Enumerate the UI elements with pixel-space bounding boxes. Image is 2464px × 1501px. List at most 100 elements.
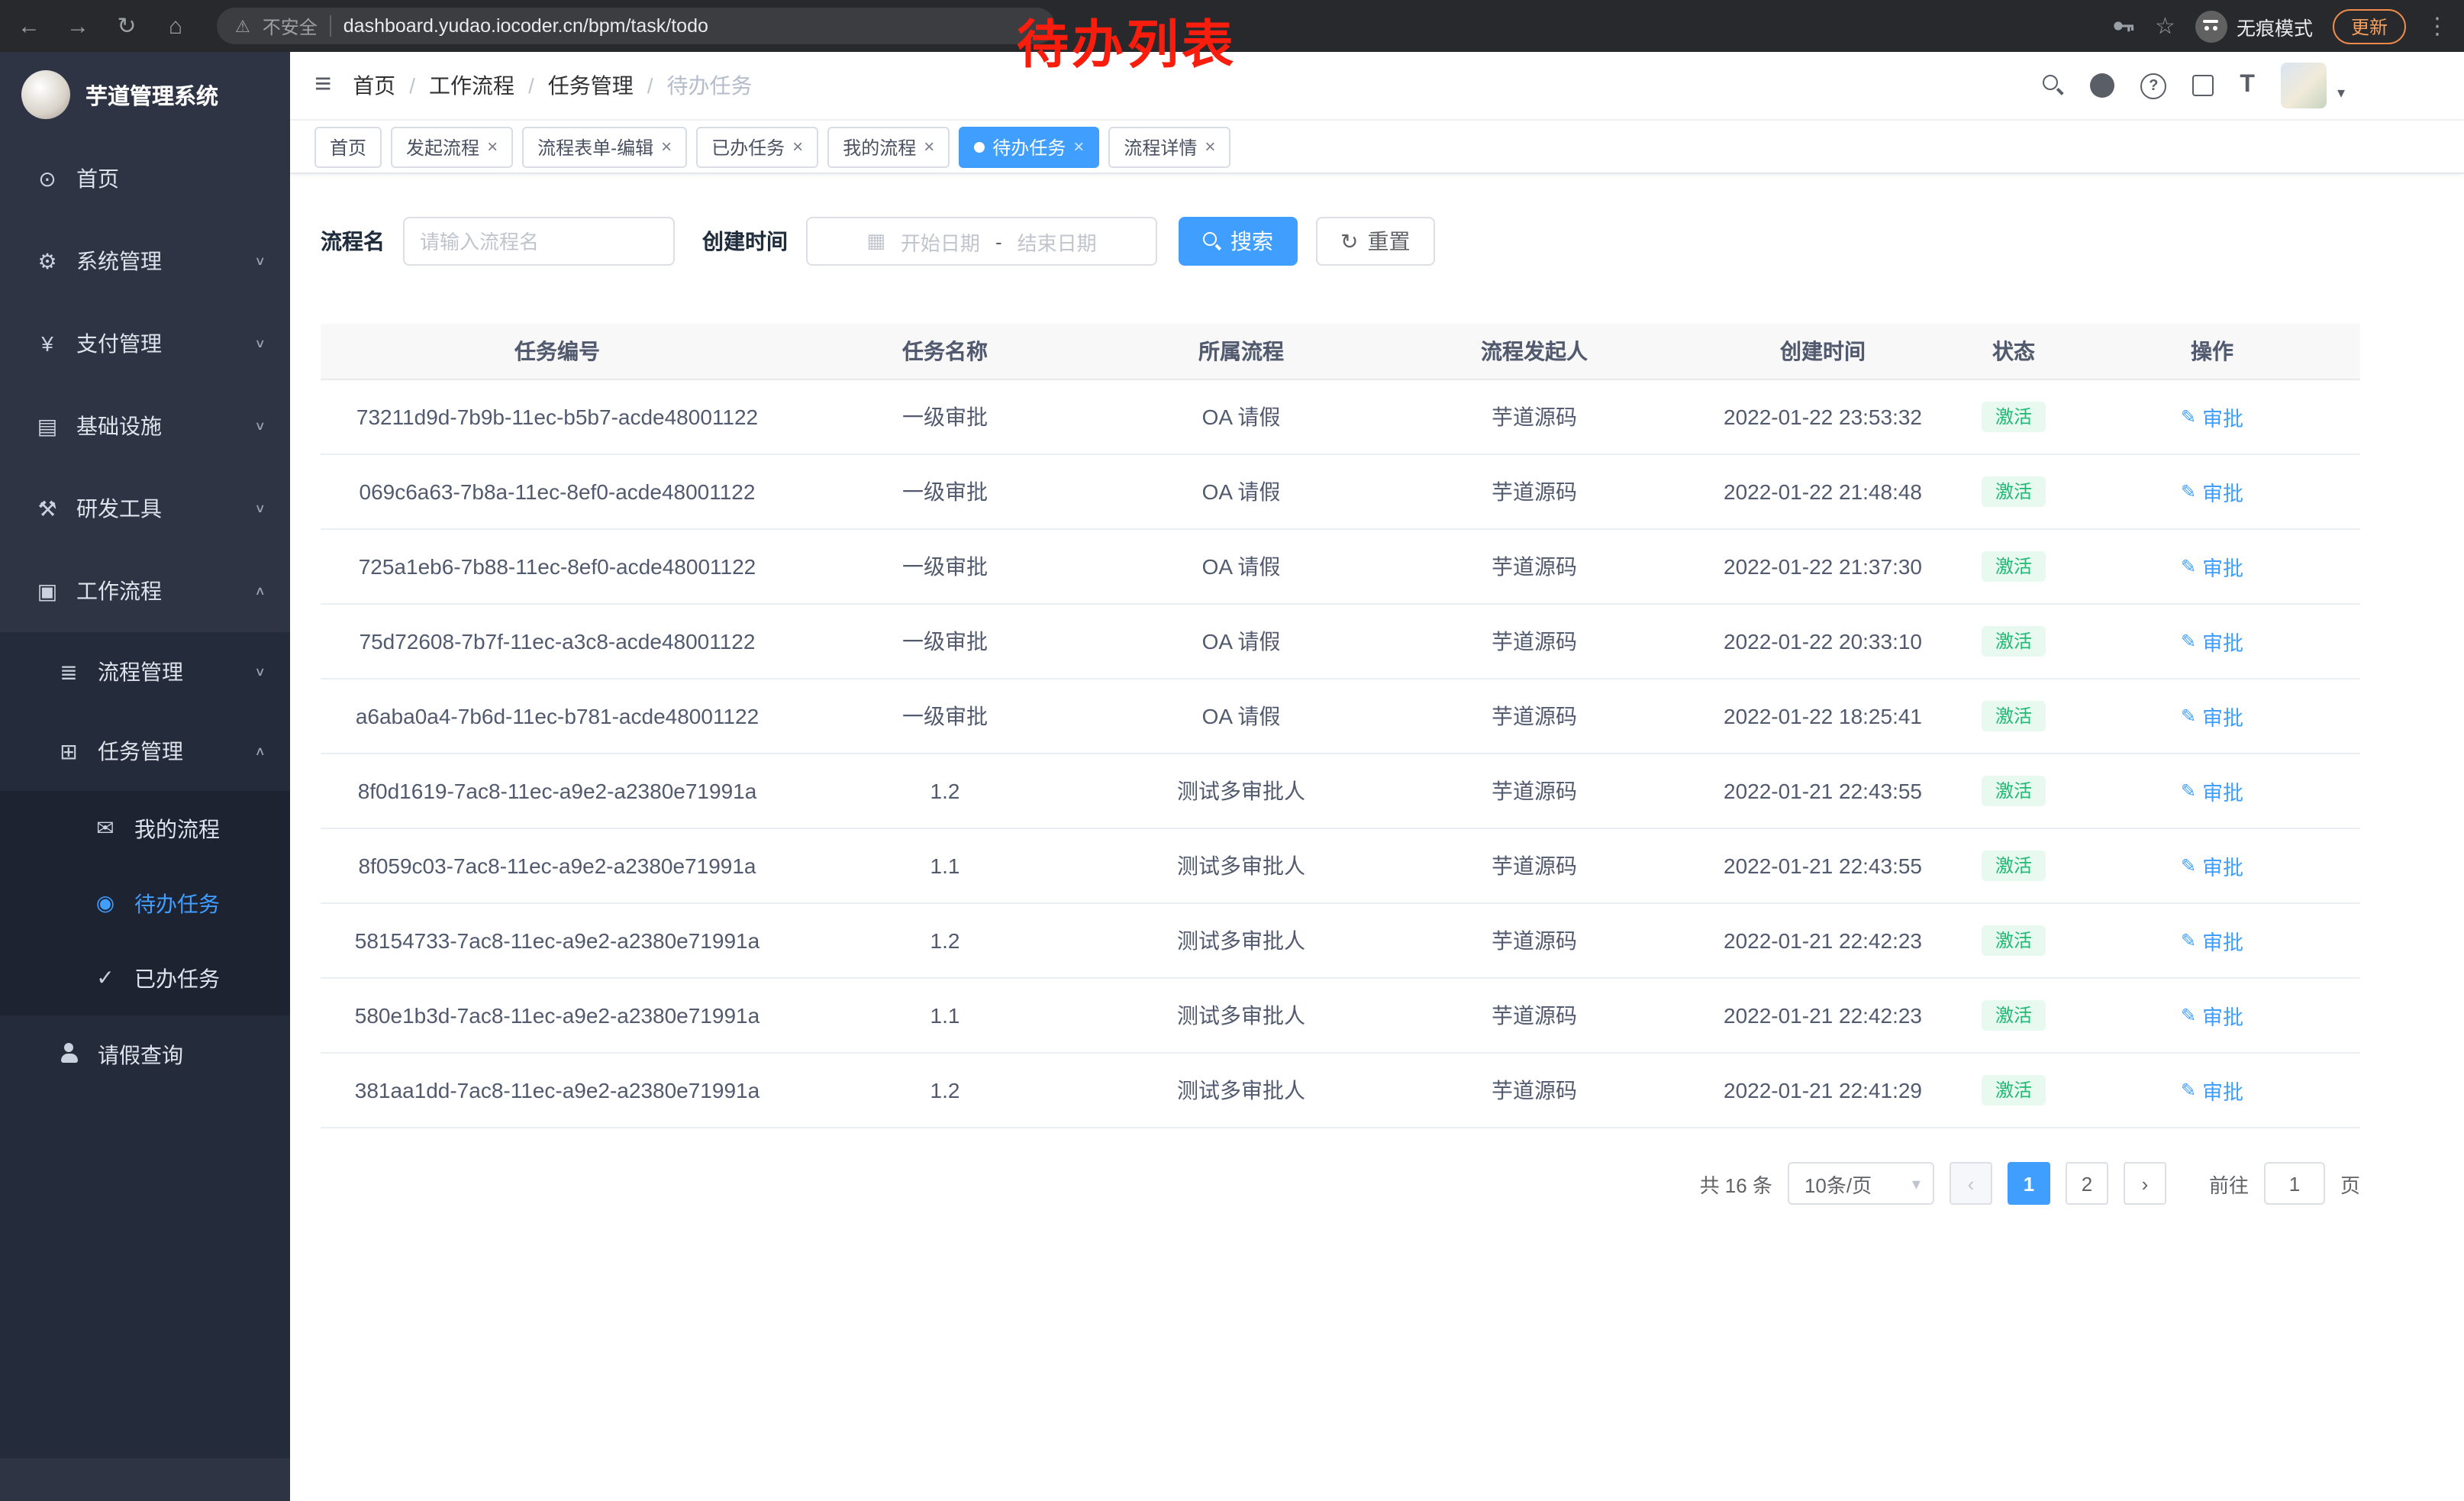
sidebar-item-task-mgmt[interactable]: ⊞ 任务管理 ∧ — [0, 712, 290, 791]
approve-link[interactable]: ✎审批 — [2181, 701, 2243, 731]
goto-label: 前往 — [2209, 1169, 2249, 1198]
table-row: 8f059c03-7ac8-11ec-a9e2-a2380e71991a 1.1… — [321, 829, 2360, 904]
col-process: 所属流程 — [1096, 336, 1386, 366]
close-icon[interactable]: × — [1205, 136, 1215, 157]
reset-button[interactable]: ↻ 重置 — [1316, 217, 1434, 266]
sidebar-item-system-mgmt[interactable]: ⚙ 系统管理 ∨ — [0, 220, 290, 302]
fullscreen-icon[interactable] — [2192, 75, 2214, 96]
approve-link[interactable]: ✎审批 — [2181, 1075, 2243, 1106]
breadcrumb-workflow[interactable]: 工作流程 — [429, 70, 514, 101]
github-icon[interactable] — [2090, 73, 2114, 98]
chevron-down-icon: ∨ — [254, 337, 266, 350]
sidebar-item-workflow[interactable]: ▣ 工作流程 ∧ — [0, 550, 290, 632]
approve-link[interactable]: ✎审批 — [2181, 626, 2243, 657]
table-row: 75d72608-7b7f-11ec-a3c8-acde48001122 一级审… — [321, 605, 2360, 679]
col-task-id: 任务编号 — [321, 336, 794, 366]
cell-task-id: 58154733-7ac8-11ec-a9e2-a2380e71991a — [321, 928, 794, 953]
approve-link[interactable]: ✎审批 — [2181, 925, 2243, 956]
edit-icon: ✎ — [2181, 556, 2196, 577]
close-icon[interactable]: × — [661, 136, 672, 157]
process-name-input[interactable] — [403, 217, 675, 266]
user-avatar[interactable] — [2281, 63, 2327, 108]
approve-link[interactable]: ✎审批 — [2181, 476, 2243, 507]
eye-icon: ◉ — [92, 890, 119, 916]
breadcrumb-home[interactable]: 首页 — [353, 70, 395, 101]
sidebar-item-label: 工作流程 — [76, 576, 162, 606]
sidebar-item-home[interactable]: ⊙ 首页 — [0, 137, 290, 220]
key-icon[interactable] — [2111, 14, 2135, 38]
approve-label: 审批 — [2202, 476, 2243, 507]
table-row: 069c6a63-7b8a-11ec-8ef0-acde48001122 一级审… — [321, 455, 2360, 530]
edit-icon: ✎ — [2181, 631, 2196, 652]
browser-back-icon[interactable]: ← — [15, 13, 43, 39]
approve-label: 审批 — [2202, 551, 2243, 582]
tab-done-tasks[interactable]: 已办任务 × — [696, 126, 818, 167]
browser-home-icon[interactable]: ⌂ — [162, 13, 189, 39]
font-size-icon[interactable]: T — [2240, 73, 2255, 98]
search-icon[interactable] — [2043, 75, 2064, 96]
sidebar-item-process-mgmt[interactable]: ≣ 流程管理 ∨ — [0, 632, 290, 712]
next-page-button[interactable]: › — [2124, 1162, 2166, 1205]
app-title: 芋道管理系统 — [85, 79, 218, 111]
sidebar-item-leave-query[interactable]: 请假查询 — [0, 1015, 290, 1095]
cell-task-id: a6aba0a4-7b6d-11ec-b781-acde48001122 — [321, 704, 794, 728]
tab-form-edit[interactable]: 流程表单-编辑 × — [522, 126, 687, 167]
approve-link[interactable]: ✎审批 — [2181, 776, 2243, 806]
page-button-1[interactable]: 1 — [2008, 1162, 2050, 1205]
bookmark-star-icon[interactable]: ☆ — [2155, 12, 2175, 40]
sidebar-item-my-processes[interactable]: ✉ 我的流程 — [0, 791, 290, 866]
sidebar-item-label: 支付管理 — [76, 328, 162, 359]
approve-link[interactable]: ✎审批 — [2181, 402, 2243, 432]
browser-forward-icon[interactable]: → — [64, 13, 92, 39]
sidebar-item-infrastructure[interactable]: ▤ 基础设施 ∨ — [0, 385, 290, 467]
cell-task-name: 1.1 — [794, 1003, 1096, 1028]
url-bar[interactable]: ⚠ 不安全 dashboard.yudao.iocoder.cn/bpm/tas… — [217, 8, 1055, 44]
sidebar-item-done-tasks[interactable]: ✓ 已办任务 — [0, 941, 290, 1015]
tab-label: 已办任务 — [711, 134, 785, 160]
help-icon[interactable]: ? — [2140, 73, 2166, 98]
process-name-label: 流程名 — [321, 226, 385, 257]
approve-link[interactable]: ✎审批 — [2181, 1000, 2243, 1031]
close-icon[interactable]: × — [487, 136, 498, 157]
approve-link[interactable]: ✎审批 — [2181, 851, 2243, 881]
browser-menu-icon[interactable]: ⋮ — [2426, 12, 2449, 40]
approve-link[interactable]: ✎ 审批 — [2181, 551, 2243, 582]
breadcrumb-task-mgmt[interactable]: 任务管理 — [548, 70, 634, 101]
cell-created: 2022-01-22 20:33:10 — [1682, 629, 1963, 654]
tab-todo-tasks[interactable]: 待办任务 × — [959, 126, 1099, 167]
sidebar-item-todo-tasks[interactable]: ◉ 待办任务 — [0, 866, 290, 941]
status-badge: 激活 — [1982, 1000, 2046, 1031]
close-icon[interactable]: × — [924, 136, 934, 157]
sidebar-item-payment-mgmt[interactable]: ¥ 支付管理 ∨ — [0, 302, 290, 385]
goto-page-input[interactable] — [2264, 1162, 2325, 1205]
date-range-picker[interactable]: ▦ 开始日期 - 结束日期 — [806, 217, 1157, 266]
tab-process-detail[interactable]: 流程详情 × — [1108, 126, 1230, 167]
chevron-down-icon: ∨ — [254, 419, 266, 433]
avatar-caret-icon[interactable]: ▾ — [2337, 86, 2345, 102]
close-icon[interactable]: × — [792, 136, 803, 157]
search-button[interactable]: 搜索 — [1179, 217, 1298, 266]
sidebar-collapse-icon[interactable]: ≡ — [314, 69, 331, 102]
cell-actions: ✎审批 — [2064, 1000, 2360, 1031]
browser-reload-icon[interactable]: ↻ — [113, 12, 140, 40]
chevron-down-icon: ∨ — [254, 502, 266, 515]
tools-icon: ⚒ — [34, 495, 61, 521]
update-button[interactable]: 更新 — [2333, 8, 2406, 44]
tab-my-processes[interactable]: 我的流程 × — [827, 126, 950, 167]
sidebar-item-devtools[interactable]: ⚒ 研发工具 ∨ — [0, 467, 290, 550]
page-button-2[interactable]: 2 — [2066, 1162, 2108, 1205]
close-icon[interactable]: × — [1073, 136, 1084, 157]
tab-start-process[interactable]: 发起流程 × — [391, 126, 513, 167]
cell-task-name: 1.2 — [794, 1078, 1096, 1102]
cell-process: OA 请假 — [1096, 551, 1386, 582]
yen-icon: ¥ — [34, 331, 61, 356]
pagination: 共 16 条 10条/页 ▾ ‹ 1 2 › 前往 页 — [321, 1162, 2360, 1205]
edit-icon: ✎ — [2181, 406, 2196, 428]
table-row: a6aba0a4-7b6d-11ec-b781-acde48001122 一级审… — [321, 679, 2360, 754]
page-size-select[interactable]: 10条/页 ▾ — [1788, 1162, 1934, 1205]
cell-actions: ✎审批 — [2064, 1075, 2360, 1106]
prev-page-button[interactable]: ‹ — [1950, 1162, 1992, 1205]
app-logo-row[interactable]: 芋道管理系统 — [0, 52, 290, 137]
check-icon: ✓ — [92, 965, 119, 991]
tab-home[interactable]: 首页 — [314, 126, 382, 167]
